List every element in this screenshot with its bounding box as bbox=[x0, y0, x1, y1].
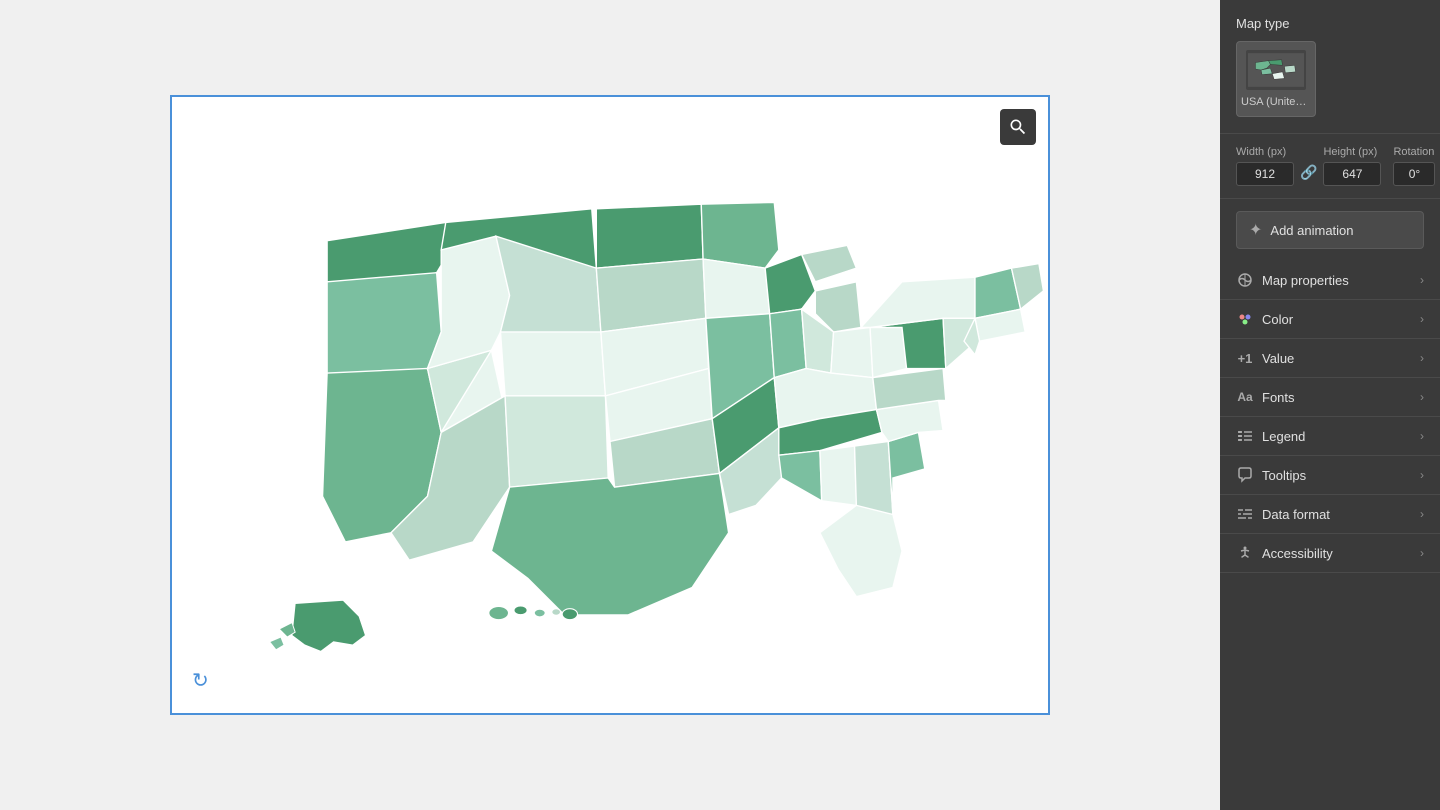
value-chevron: › bbox=[1420, 351, 1424, 365]
map-properties-label: Map properties bbox=[1262, 273, 1349, 288]
map-container: ↻ bbox=[170, 95, 1050, 715]
accessibility-chevron: › bbox=[1420, 546, 1424, 560]
rotation-label: Rotation bbox=[1393, 146, 1435, 158]
prop-tooltips[interactable]: Tooltips › bbox=[1220, 456, 1440, 495]
map-properties-chevron: › bbox=[1420, 273, 1424, 287]
usa-map bbox=[172, 97, 1048, 713]
fonts-icon: Aa bbox=[1236, 388, 1254, 406]
map-properties-icon bbox=[1236, 271, 1254, 289]
prop-value[interactable]: +1 Value › bbox=[1220, 339, 1440, 378]
link-icon: 🔗 bbox=[1300, 164, 1317, 181]
add-animation-label: Add animation bbox=[1270, 223, 1353, 238]
width-label: Width (px) bbox=[1236, 146, 1294, 158]
animation-icon: ✦ bbox=[1249, 220, 1262, 240]
loading-indicator: ↻ bbox=[192, 668, 209, 693]
accessibility-icon bbox=[1236, 544, 1254, 562]
height-input[interactable] bbox=[1323, 162, 1381, 186]
properties-list: Map properties › Color › +1 bbox=[1220, 261, 1440, 573]
add-animation-button[interactable]: ✦ Add animation bbox=[1236, 211, 1424, 249]
accessibility-label: Accessibility bbox=[1262, 546, 1333, 561]
fonts-label: Fonts bbox=[1262, 390, 1295, 405]
legend-chevron: › bbox=[1420, 429, 1424, 443]
legend-label: Legend bbox=[1262, 429, 1305, 444]
tooltips-icon bbox=[1236, 466, 1254, 484]
right-panel: Map type USA (United States ... Width (p… bbox=[1220, 0, 1440, 810]
map-type-thumbnail bbox=[1246, 50, 1306, 90]
color-label: Color bbox=[1262, 312, 1293, 327]
legend-icon bbox=[1236, 427, 1254, 445]
dimensions-section: Width (px) 🔗 Height (px) Rotation bbox=[1220, 134, 1440, 199]
prop-fonts[interactable]: Aa Fonts › bbox=[1220, 378, 1440, 417]
prop-legend[interactable]: Legend › bbox=[1220, 417, 1440, 456]
prop-data-format[interactable]: Data format › bbox=[1220, 495, 1440, 534]
data-format-label: Data format bbox=[1262, 507, 1330, 522]
data-format-icon bbox=[1236, 505, 1254, 523]
fonts-chevron: › bbox=[1420, 390, 1424, 404]
data-format-chevron: › bbox=[1420, 507, 1424, 521]
color-icon bbox=[1236, 310, 1254, 328]
zoom-button[interactable] bbox=[1000, 109, 1036, 145]
map-type-section: Map type USA (United States ... bbox=[1220, 0, 1440, 134]
canvas-area: ↻ bbox=[0, 0, 1220, 810]
tooltips-label: Tooltips bbox=[1262, 468, 1306, 483]
tooltips-chevron: › bbox=[1420, 468, 1424, 482]
map-type-card[interactable]: USA (United States ... bbox=[1236, 41, 1316, 117]
height-label: Height (px) bbox=[1323, 146, 1381, 158]
map-type-label: Map type bbox=[1236, 16, 1424, 31]
value-icon: +1 bbox=[1236, 349, 1254, 367]
map-type-card-label: USA (United States ... bbox=[1241, 96, 1311, 108]
prop-color[interactable]: Color › bbox=[1220, 300, 1440, 339]
color-chevron: › bbox=[1420, 312, 1424, 326]
prop-map-properties[interactable]: Map properties › bbox=[1220, 261, 1440, 300]
rotation-input[interactable] bbox=[1393, 162, 1435, 186]
width-input[interactable] bbox=[1236, 162, 1294, 186]
value-label: Value bbox=[1262, 351, 1294, 366]
prop-accessibility[interactable]: Accessibility › bbox=[1220, 534, 1440, 573]
